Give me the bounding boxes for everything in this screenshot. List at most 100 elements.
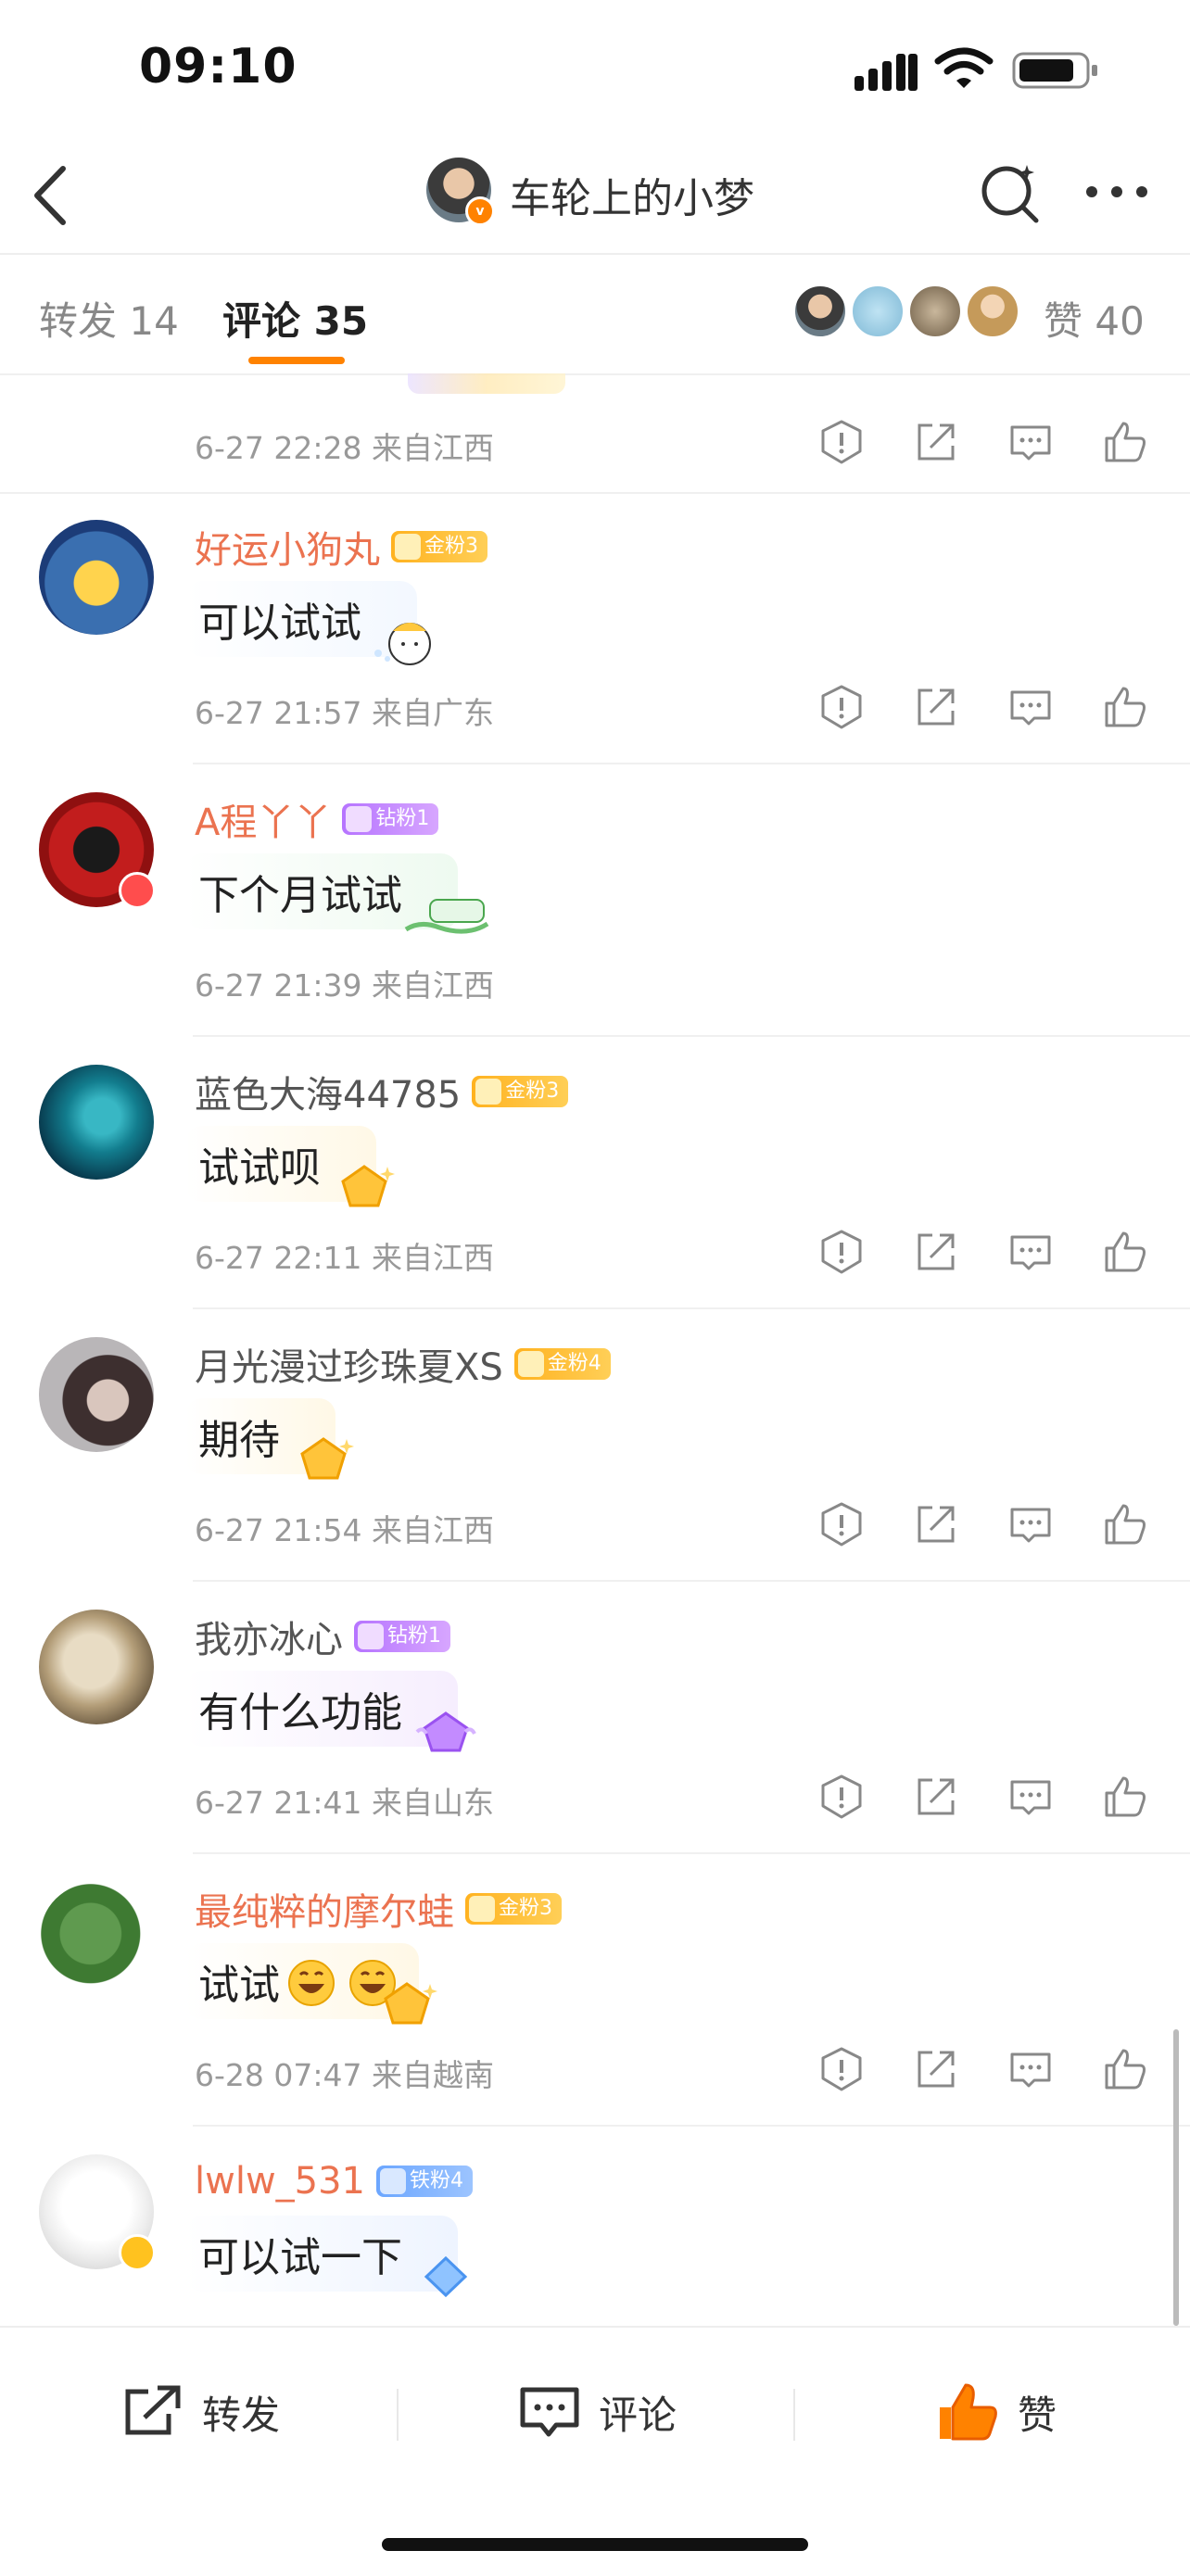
comment-text: 有什么功能 bbox=[198, 1689, 402, 1736]
share-icon[interactable] bbox=[910, 416, 962, 468]
username[interactable]: 蓝色大海44785 bbox=[195, 1065, 461, 1118]
like-filled-icon bbox=[940, 2383, 997, 2441]
comment-actions bbox=[816, 1771, 1158, 1823]
report-icon[interactable] bbox=[816, 681, 867, 733]
wifi-icon bbox=[934, 47, 994, 88]
fan-badge-label: 金粉3 bbox=[505, 1080, 560, 1103]
user-avatar[interactable] bbox=[39, 2154, 156, 2271]
comment-item[interactable]: A程丫丫 钻粉1 下个月试试 6-27 21:39 来自江西 bbox=[0, 764, 1190, 1037]
scrollbar[interactable] bbox=[1173, 2029, 1179, 2326]
reply-icon[interactable] bbox=[1005, 1226, 1057, 1278]
comment-button[interactable]: 评论 bbox=[517, 2380, 677, 2444]
like-icon[interactable] bbox=[1099, 1771, 1151, 1823]
tab-likes[interactable]: 赞 40 bbox=[1044, 290, 1145, 347]
user-avatar[interactable] bbox=[39, 1065, 154, 1180]
user-avatar[interactable] bbox=[39, 1610, 154, 1724]
tab-comments-label: 评论 bbox=[222, 298, 301, 344]
tab-forward-label: 转发 bbox=[39, 298, 118, 344]
active-tab-indicator bbox=[248, 357, 345, 364]
reply-icon[interactable] bbox=[1005, 1771, 1057, 1823]
share-icon[interactable] bbox=[910, 1226, 962, 1278]
report-icon[interactable] bbox=[816, 2043, 867, 2095]
fan-badge: 金粉3 bbox=[472, 1076, 569, 1107]
battery-icon bbox=[1012, 52, 1097, 89]
user-avatar[interactable] bbox=[39, 1882, 154, 1997]
comment-bubble: 试试呗 bbox=[185, 1126, 395, 1207]
fan-badge-label: 金粉3 bbox=[499, 1897, 552, 1920]
user-avatar[interactable] bbox=[39, 792, 156, 909]
report-icon[interactable] bbox=[816, 416, 867, 468]
share-icon[interactable] bbox=[910, 1498, 962, 1550]
username[interactable]: 我亦冰心 bbox=[195, 1610, 343, 1663]
share-icon[interactable] bbox=[910, 2043, 962, 2095]
comment-text: 下个月试试 bbox=[198, 872, 402, 919]
like-label: 赞 bbox=[1018, 2392, 1057, 2438]
gem-icon bbox=[517, 1351, 544, 1377]
author-name[interactable]: 车轮上的小梦 bbox=[510, 165, 754, 224]
username[interactable]: 月光漫过珍珠夏XS bbox=[195, 1337, 503, 1391]
crown-icon bbox=[346, 806, 373, 832]
back-arrow-icon[interactable] bbox=[28, 163, 74, 228]
comment-bubble: 试试 bbox=[185, 1943, 437, 2025]
like-icon[interactable] bbox=[1099, 2043, 1151, 2095]
username[interactable]: lwlw_531 bbox=[195, 2160, 365, 2203]
tab-comments[interactable]: 评论 35 bbox=[222, 290, 368, 347]
report-icon[interactable] bbox=[816, 1771, 867, 1823]
tab-forward[interactable]: 转发 14 bbox=[39, 290, 179, 347]
comment-meta: 6-27 21:39 来自江西 bbox=[195, 967, 494, 1004]
crown-icon bbox=[469, 1896, 495, 1922]
comment-item-partial[interactable]: 6-27 22:28 来自江西 bbox=[0, 373, 1190, 494]
sticker-decoration bbox=[408, 373, 565, 394]
comment-meta: 6-27 22:28 来自江西 bbox=[195, 430, 494, 466]
crown-icon bbox=[395, 534, 421, 560]
like-icon[interactable] bbox=[1099, 1226, 1151, 1278]
comment-text: 试试 bbox=[198, 1962, 280, 2009]
purple-gem-sticker-icon bbox=[415, 1711, 476, 1752]
user-avatar[interactable] bbox=[39, 520, 154, 635]
username[interactable]: 最纯粹的摩尔蛙 bbox=[195, 1882, 454, 1936]
more-icon[interactable] bbox=[1084, 183, 1149, 200]
username[interactable]: 好运小狗丸 bbox=[195, 520, 380, 574]
like-icon[interactable] bbox=[1099, 1498, 1151, 1550]
report-icon[interactable] bbox=[816, 1498, 867, 1550]
comment-item[interactable]: lwlw_531 铁粉4 可以试一下 bbox=[0, 2127, 1190, 2326]
tab-bar: 转发 14 评论 35 赞 40 bbox=[0, 255, 1190, 375]
forward-button[interactable]: 转发 bbox=[120, 2380, 280, 2444]
share-icon[interactable] bbox=[910, 1771, 962, 1823]
fan-badge: 金粉3 bbox=[465, 1893, 562, 1925]
comment-actions bbox=[816, 2043, 1158, 2095]
comment-item[interactable]: 蓝色大海44785 金粉3 试试呗 6-27 22:11 来自江西 bbox=[0, 1037, 1190, 1309]
like-icon[interactable] bbox=[1099, 416, 1151, 468]
comment-actions bbox=[816, 1498, 1158, 1550]
reply-icon[interactable] bbox=[1005, 681, 1057, 733]
username[interactable]: A程丫丫 bbox=[195, 792, 331, 846]
comment-bubble: 可以试一下 bbox=[185, 2216, 468, 2298]
like-icon[interactable] bbox=[1099, 681, 1151, 733]
share-icon[interactable] bbox=[910, 681, 962, 733]
user-avatar[interactable] bbox=[39, 1337, 154, 1452]
reply-icon[interactable] bbox=[1005, 1498, 1057, 1550]
like-button[interactable]: 赞 bbox=[936, 2380, 1057, 2444]
report-icon[interactable] bbox=[816, 1226, 867, 1278]
fan-badge: 铁粉4 bbox=[376, 2166, 474, 2197]
search-icon[interactable] bbox=[979, 159, 1044, 224]
fan-badge: 钻粉1 bbox=[354, 1621, 450, 1652]
comment-meta: 6-28 07:47 来自越南 bbox=[195, 2057, 494, 2093]
comment-item[interactable]: 月光漫过珍珠夏XS 金粉4 期待 6-27 21:54 来自江西 bbox=[0, 1309, 1190, 1582]
status-time: 09:10 bbox=[139, 39, 298, 95]
verified-badge-icon bbox=[119, 2234, 156, 2271]
comment-item[interactable]: 我亦冰心 钻粉1 有什么功能 6-27 21:41 来自山东 bbox=[0, 1582, 1190, 1854]
blue-gem-sticker-icon bbox=[424, 2255, 468, 2298]
comment-item[interactable]: 最纯粹的摩尔蛙 金粉3 试试 6-28 07:47 来自越南 bbox=[0, 1854, 1190, 2127]
reply-icon[interactable] bbox=[1005, 2043, 1057, 2095]
comment-meta: 6-27 22:11 来自江西 bbox=[195, 1240, 494, 1276]
author-avatar[interactable]: v bbox=[426, 158, 495, 226]
comment-text: 试试呗 bbox=[198, 1144, 321, 1192]
nav-bar: v 车轮上的小梦 bbox=[0, 139, 1190, 254]
home-indicator[interactable] bbox=[382, 2538, 808, 2551]
crown-icon bbox=[380, 2168, 407, 2194]
comment-item[interactable]: 好运小狗丸 金粉3 可以试试 6-27 21:57 来自广东 bbox=[0, 492, 1190, 764]
reply-icon[interactable] bbox=[1005, 416, 1057, 468]
divider bbox=[793, 2389, 795, 2441]
comment-bubble: 下个月试试 bbox=[185, 853, 489, 934]
